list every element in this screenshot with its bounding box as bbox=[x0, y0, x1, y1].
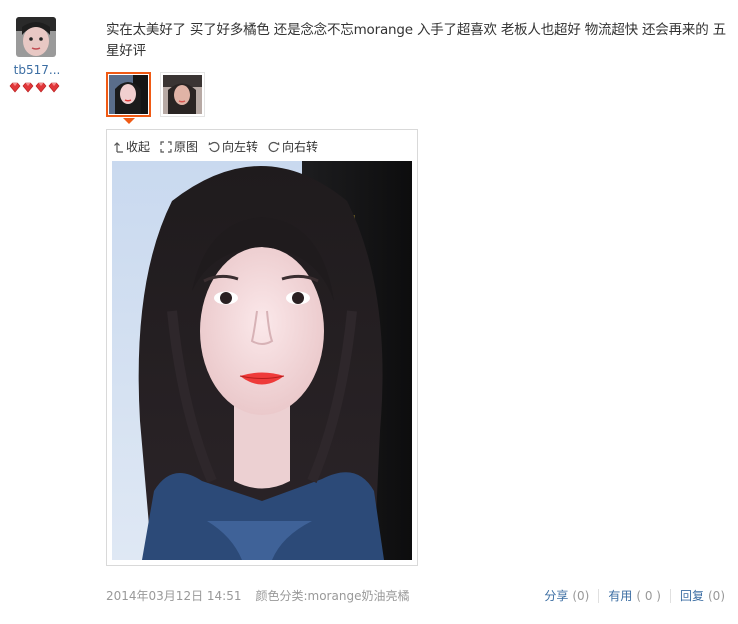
original-image-label: 原图 bbox=[174, 140, 199, 154]
original-image-button[interactable]: 原图 bbox=[160, 138, 198, 155]
selected-thumbnail-indicator bbox=[123, 118, 135, 124]
rotate-left-icon bbox=[208, 141, 220, 152]
reply-count: (0) bbox=[708, 588, 725, 603]
red-gem-icon bbox=[48, 82, 60, 93]
useful-count: ( 0 ) bbox=[636, 588, 661, 603]
review-photo-thumbnail-1[interactable] bbox=[106, 72, 151, 117]
review-photo-thumbnail-2[interactable] bbox=[160, 72, 205, 117]
share-count: (0) bbox=[572, 588, 590, 603]
review-date: 2014年03月12日 14:51 bbox=[106, 589, 242, 603]
collapse-label: 收起 bbox=[126, 140, 151, 154]
rotate-right-button[interactable]: 向右转 bbox=[268, 138, 318, 155]
expand-icon bbox=[160, 140, 172, 153]
red-gem-icon bbox=[35, 82, 47, 93]
useful-button[interactable]: 有用 bbox=[608, 587, 632, 604]
review-meta: 2014年03月12日 14:51 颜色分类:morange奶油亮橘 bbox=[106, 587, 409, 604]
rotate-left-label: 向左转 bbox=[222, 140, 259, 154]
red-gem-icon bbox=[22, 82, 34, 93]
share-button[interactable]: 分享 bbox=[544, 587, 568, 604]
review-actions: 分享 (0) 有用 ( 0 ) 回复 (0) bbox=[544, 587, 725, 604]
photo-viewer: 收起 原图 向左转 向右转 bbox=[106, 129, 418, 566]
reviewer-avatar[interactable] bbox=[16, 17, 56, 57]
collapse-button[interactable]: 收起 bbox=[114, 138, 150, 155]
rotate-right-icon bbox=[268, 141, 280, 152]
collapse-icon bbox=[114, 141, 123, 153]
reply-button[interactable]: 回复 bbox=[680, 587, 704, 604]
product-variant: 颜色分类:morange奶油亮橘 bbox=[255, 589, 410, 603]
review-text: 实在太美好了 买了好多橘色 还是念念不忘morange 入手了超喜欢 老板人也超… bbox=[106, 22, 726, 59]
review-photo-large[interactable] bbox=[112, 161, 412, 560]
reviewer-rank bbox=[9, 82, 60, 93]
rotate-right-label: 向右转 bbox=[282, 140, 319, 154]
reviewer-name[interactable]: tb517... bbox=[9, 63, 65, 77]
rotate-left-button[interactable]: 向左转 bbox=[208, 138, 258, 155]
divider bbox=[669, 588, 671, 603]
photo-viewer-toolbar: 收起 原图 向左转 向右转 bbox=[114, 138, 318, 155]
divider bbox=[598, 588, 600, 603]
red-gem-icon bbox=[9, 82, 21, 93]
